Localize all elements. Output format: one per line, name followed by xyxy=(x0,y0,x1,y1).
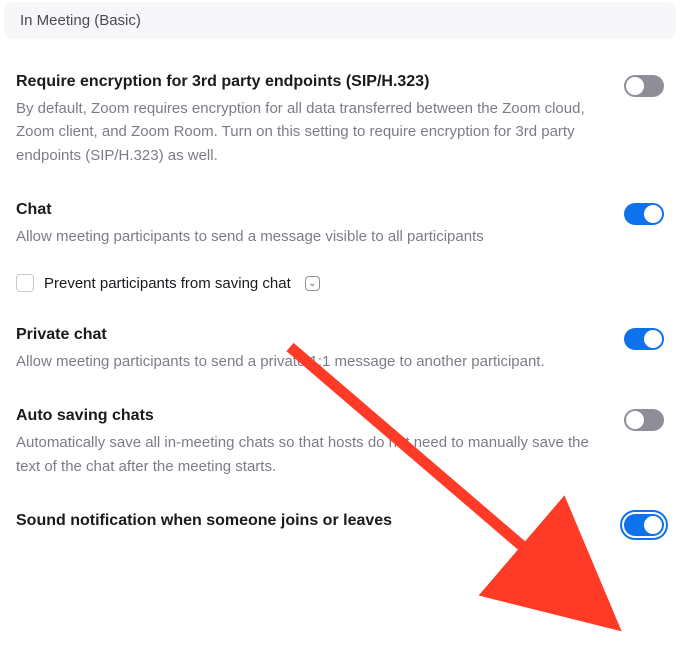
sub-option-prevent-saving-chat: Prevent participants from saving chat ⌄ xyxy=(16,274,600,292)
setting-require-encryption: Require encryption for 3rd party endpoin… xyxy=(16,39,664,167)
setting-desc: By default, Zoom requires encryption for… xyxy=(16,97,600,167)
setting-desc: Automatically save all in-meeting chats … xyxy=(16,431,600,478)
sub-option-label: Prevent participants from saving chat xyxy=(44,275,291,292)
setting-title: Private chat xyxy=(16,326,600,344)
setting-title: Chat xyxy=(16,201,600,219)
help-icon[interactable]: ⌄ xyxy=(305,276,320,291)
toggle-auto-saving-chats[interactable] xyxy=(624,409,664,431)
section-header-text: In Meeting (Basic) xyxy=(20,12,141,29)
setting-body: Chat Allow meeting participants to send … xyxy=(16,201,624,292)
setting-desc: Allow meeting participants to send a mes… xyxy=(16,225,600,248)
setting-body: Sound notification when someone joins or… xyxy=(16,512,624,536)
setting-body: Auto saving chats Automatically save all… xyxy=(16,407,624,478)
toggle-chat[interactable] xyxy=(624,203,664,225)
setting-sound-notification: Sound notification when someone joins or… xyxy=(16,478,664,536)
setting-chat: Chat Allow meeting participants to send … xyxy=(16,167,664,292)
setting-body: Private chat Allow meeting participants … xyxy=(16,326,624,373)
section-header: In Meeting (Basic) xyxy=(4,2,676,39)
toggle-sound-notification[interactable] xyxy=(624,514,664,536)
setting-desc: Allow meeting participants to send a pri… xyxy=(16,350,600,373)
setting-auto-saving-chats: Auto saving chats Automatically save all… xyxy=(16,373,664,478)
setting-title: Auto saving chats xyxy=(16,407,600,425)
setting-private-chat: Private chat Allow meeting participants … xyxy=(16,292,664,373)
checkbox-prevent-saving-chat[interactable] xyxy=(16,274,34,292)
setting-body: Require encryption for 3rd party endpoin… xyxy=(16,73,624,167)
setting-title: Require encryption for 3rd party endpoin… xyxy=(16,73,600,91)
setting-title: Sound notification when someone joins or… xyxy=(16,512,600,530)
toggle-require-encryption[interactable] xyxy=(624,75,664,97)
settings-list: Require encryption for 3rd party endpoin… xyxy=(0,39,680,536)
toggle-private-chat[interactable] xyxy=(624,328,664,350)
